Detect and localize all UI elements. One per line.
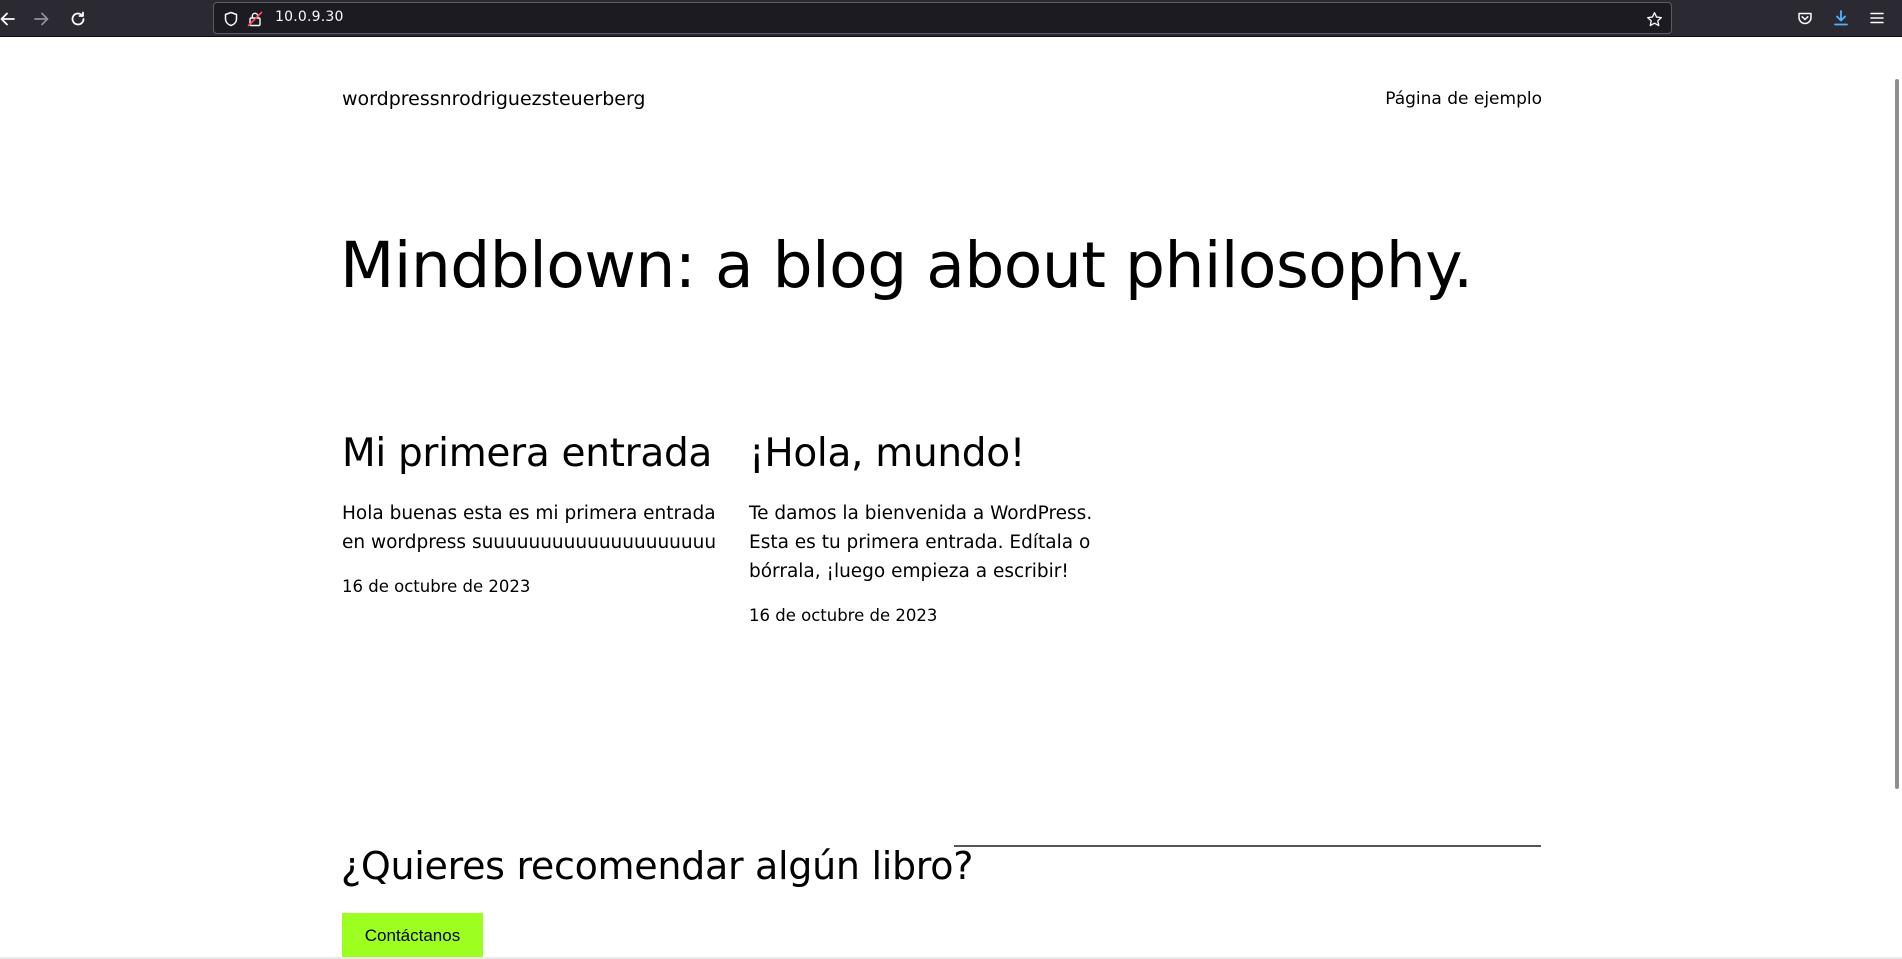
post-card: Mi primera entrada Hola buenas esta es m…	[342, 431, 727, 596]
cta-title: ¿Quieres recomendar algún libro?	[341, 844, 974, 888]
reload-icon[interactable]	[65, 6, 91, 32]
forward-arrow-icon[interactable]	[29, 6, 55, 32]
post-title[interactable]: ¡Hola, mundo!	[749, 431, 1134, 477]
star-icon[interactable]	[1645, 10, 1663, 28]
post-title[interactable]: Mi primera entrada	[342, 431, 727, 477]
url-text[interactable]: 10.0.9.30	[275, 9, 344, 25]
back-arrow-icon[interactable]	[0, 6, 20, 32]
browser-toolbar: 10.0.9.30	[0, 0, 1902, 37]
shield-icon[interactable]	[222, 10, 240, 28]
post-date[interactable]: 16 de octubre de 2023	[749, 606, 1134, 625]
nav-link-sample-page[interactable]: Página de ejemplo	[1385, 89, 1542, 109]
post-date[interactable]: 16 de octubre de 2023	[342, 577, 727, 596]
site-title[interactable]: wordpressnrodriguezsteuerberg	[342, 88, 646, 110]
hamburger-menu-icon[interactable]	[1866, 7, 1888, 29]
insecure-lock-icon[interactable]	[246, 10, 264, 28]
post-excerpt: Hola buenas esta es mi primera entrada e…	[342, 502, 717, 553]
pocket-icon[interactable]	[1794, 7, 1816, 29]
scrollbar[interactable]	[1888, 38, 1902, 959]
post-excerpt: Te damos la bienvenida a WordPress. Esta…	[749, 502, 1093, 582]
hero-title: Mindblown: a blog about philosophy.	[340, 229, 1473, 302]
url-bar[interactable]: 10.0.9.30	[213, 2, 1672, 34]
download-icon[interactable]	[1830, 7, 1852, 29]
contact-button[interactable]: Contáctanos	[342, 913, 483, 959]
scrollbar-thumb[interactable]	[1895, 79, 1899, 789]
post-card: ¡Hola, mundo! Te damos la bienvenida a W…	[749, 431, 1134, 625]
section-divider	[954, 845, 1541, 847]
